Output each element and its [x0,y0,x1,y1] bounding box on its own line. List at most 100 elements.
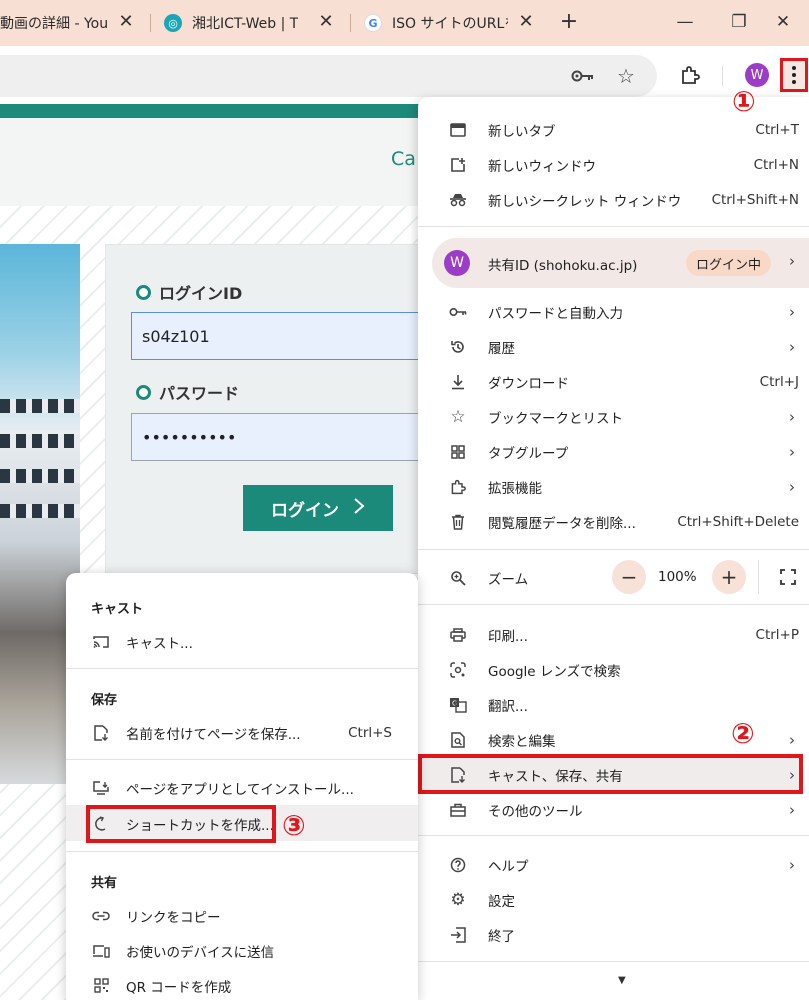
menu-label: 翻訳... [488,698,528,715]
history-icon [448,337,468,357]
menu-item-google-lens[interactable]: Google レンズで検索 [418,652,809,687]
submenu-label: リンクをコピー [126,909,221,926]
browser-toolbar: ☆ [0,46,809,104]
close-tab-icon[interactable]: ✕ [316,12,336,32]
menu-item-new-window[interactable]: 新しいウィンドウ Ctrl+N [418,147,809,182]
password-input[interactable]: •••••••••• [131,413,431,461]
menu-label: 検索と編集 [488,733,556,750]
password-key-icon[interactable] [570,66,596,86]
menu-item-cast-save-share[interactable]: キャスト、保存、共有 › [418,757,809,792]
zoom-out-button[interactable]: − [612,560,646,594]
key-icon [448,302,468,322]
menu-item-history[interactable]: 履歴 › [418,329,809,364]
tab-groups-icon [448,442,468,462]
login-id-input[interactable]: s04z101 [131,312,431,360]
menu-item-extensions[interactable]: 拡張機能 › [418,469,809,504]
extensions-puzzle-icon[interactable] [678,63,702,87]
menu-label: 新しいシークレット ウィンドウ [488,193,682,210]
bookmark-star-icon[interactable]: ☆ [614,64,638,88]
restore-button[interactable]: ❐ [726,10,752,34]
chevron-right-icon: › [789,730,795,749]
google-icon: G [364,14,382,32]
submenu-divider [66,851,418,852]
menu-item-downloads[interactable]: ダウンロード Ctrl+J [418,364,809,399]
tab-youtube-studio[interactable]: 動画の詳細 - You [0,8,110,38]
window-close-button[interactable]: ✕ [770,10,796,34]
submenu-item-save-page[interactable]: 名前を付けてページを保存... Ctrl+S [66,715,418,750]
submenu-label: 名前を付けてページを保存... [126,726,301,743]
menu-item-settings[interactable]: ⚙ 設定 [418,882,809,917]
save-page-icon [91,723,111,743]
tab-google-search[interactable]: G ISO サイトのURLを [364,8,508,38]
profile-avatar-button[interactable]: W [745,63,769,87]
chrome-menu-button[interactable] [780,58,808,92]
submenu-item-send-devices[interactable]: お使いのデバイスに送信 [66,933,418,968]
login-panel: ログインID s04z101 パスワード •••••••••• ログイン [105,244,431,574]
devices-icon [91,941,111,961]
minimize-button[interactable]: — [672,10,698,34]
step-2-annotation: ② [731,717,755,750]
menu-label: タブグループ [488,445,569,462]
login-button[interactable]: ログイン [243,485,393,531]
menu-label: 印刷... [488,628,528,645]
menu-item-passwords[interactable]: パスワードと自動入力 › [418,294,809,329]
submenu-label: キャスト... [126,635,193,652]
signed-in-badge: ログイン中 [686,250,772,276]
login-button-label: ログイン [271,500,339,521]
exit-icon [448,925,468,945]
fullscreen-icon[interactable] [778,567,798,587]
menu-item-bookmarks[interactable]: ☆ ブックマークとリスト › [418,399,809,434]
submenu-item-cast[interactable]: キャスト... [66,624,418,659]
menu-item-profile[interactable]: W 共有ID (shohoku.ac.jp) ログイン中 › [432,238,809,288]
header-link[interactable]: Ca [391,148,416,170]
zoom-icon [448,568,468,588]
submenu-heading-save: 保存 [91,693,118,708]
menu-item-exit[interactable]: 終了 [418,917,809,952]
menu-item-tab-groups[interactable]: タブグループ › [418,434,809,469]
printer-icon [448,625,468,645]
submenu-item-install-app[interactable]: ページをアプリとしてインストール... [66,770,418,805]
menu-item-help[interactable]: ヘルプ › [418,847,809,882]
menu-item-new-incognito[interactable]: 新しいシークレット ウィンドウ Ctrl+Shift+N [418,182,809,217]
close-tab-icon[interactable]: ✕ [516,12,536,32]
circle-bullet-icon [136,284,151,300]
tab-title: 動画の詳細 - You [0,16,109,32]
step-1-annotation: ① [732,85,756,118]
cast-icon [91,632,111,652]
tab-separator [150,14,151,32]
menu-item-more-tools[interactable]: その他のツール › [418,792,809,827]
new-window-icon [448,155,468,175]
new-tab-button[interactable]: + [556,9,582,35]
submenu-item-copy-link[interactable]: リンクをコピー [66,898,418,933]
password-label-text: パスワード [159,384,240,403]
download-icon [448,372,468,392]
tab-strip: 動画の詳細 - You ✕ ◎ 湘北ICT-Web | T ✕ G ISO サイ… [0,0,809,46]
menu-label: 履歴 [488,340,515,357]
translate-icon: G [448,695,468,715]
menu-item-print[interactable]: 印刷... Ctrl+P [418,617,809,652]
search-page-icon [448,730,468,750]
tab-shohoku-ict[interactable]: ◎ 湘北ICT-Web | T [164,8,308,38]
menu-divider [418,549,809,550]
tab-title: 湘北ICT-Web | T [192,16,299,32]
zoom-in-button[interactable]: + [712,560,746,594]
menu-shortcut: Ctrl+Shift+N [711,191,799,208]
menu-dot [792,80,796,84]
cast-save-share-submenu: キャスト キャスト... 保存 名前を付けてページを保存... Ctrl+S ペ… [66,573,418,1000]
toolbar-divider [722,66,723,86]
menu-label: パスワードと自動入力 [488,305,623,322]
menu-divider [418,604,809,605]
photo-detail [0,434,80,448]
star-icon: ☆ [450,406,466,427]
menu-item-clear-data[interactable]: 閲覧履歴データを削除... Ctrl+Shift+Delete [418,504,809,539]
submenu-item-qr-code[interactable]: QR コードを作成 [66,968,418,1000]
gear-icon: ⚙ [450,889,466,910]
close-tab-icon[interactable]: ✕ [116,12,136,32]
photo-detail [0,504,80,518]
chrome-main-menu: 新しいタブ Ctrl+T 新しいウィンドウ Ctrl+N 新しいシークレット ウ… [418,97,809,1000]
menu-label: 新しいウィンドウ [488,158,596,175]
menu-label: その他のツール [488,803,583,820]
chevron-right-icon: › [789,302,795,321]
address-bar[interactable]: ☆ [0,55,657,97]
menu-shortcut: Ctrl+J [759,373,799,390]
